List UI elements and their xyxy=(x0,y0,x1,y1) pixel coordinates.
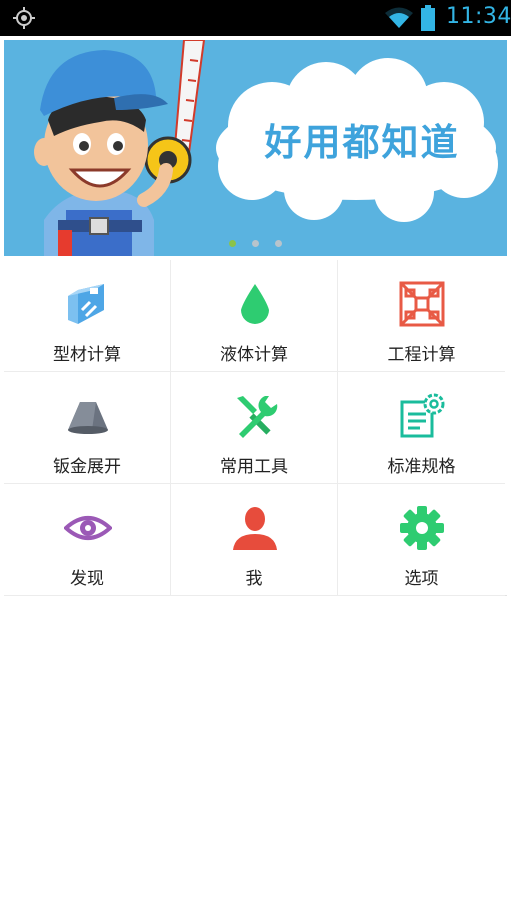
wifi-icon xyxy=(385,7,413,28)
menu-item-options[interactable]: 选项 xyxy=(338,484,505,596)
standard-document-gear-icon xyxy=(400,393,445,438)
battery-icon xyxy=(421,5,435,31)
menu-item-label: 发现 xyxy=(70,569,104,589)
menu-item-discover[interactable]: 发现 xyxy=(4,484,171,596)
page-dot[interactable] xyxy=(252,240,259,247)
menu-item-label: 我 xyxy=(245,569,263,589)
liquid-drop-icon xyxy=(241,284,269,324)
settings-gear-icon xyxy=(400,506,444,550)
banner-slogan: 好用都知道 xyxy=(264,121,460,164)
status-clock: 11:34 xyxy=(446,4,511,29)
menu-item-liquid-calc[interactable]: 液体计算 xyxy=(171,260,338,372)
eye-icon xyxy=(64,516,112,540)
page-dot-active[interactable] xyxy=(229,240,236,247)
engineering-frame-icon xyxy=(399,281,445,327)
menu-item-label: 标准规格 xyxy=(387,457,456,477)
feature-grid: 型材计算 液体计算 工程计算 钣金展开 常用工具 标准规格 发现 我 选项 xyxy=(4,260,507,596)
page-dot[interactable] xyxy=(275,240,282,247)
menu-item-common-tools[interactable]: 常用工具 xyxy=(171,372,338,484)
profile-beam-icon xyxy=(68,284,104,324)
menu-item-profile-calc[interactable]: 型材计算 xyxy=(4,260,171,372)
gps-icon xyxy=(13,7,35,29)
menu-item-engineering-calc[interactable]: 工程计算 xyxy=(338,260,505,372)
menu-item-me[interactable]: 我 xyxy=(171,484,338,596)
status-bar: 11:34 xyxy=(0,0,511,36)
sheet-metal-cone-icon xyxy=(68,402,108,434)
banner-page-indicator xyxy=(4,240,507,247)
menu-item-label: 常用工具 xyxy=(220,457,288,477)
menu-item-label: 型材计算 xyxy=(53,345,121,365)
user-icon xyxy=(233,507,277,550)
menu-item-standard-spec[interactable]: 标准规格 xyxy=(338,372,505,484)
promo-banner[interactable]: 好用都知道 xyxy=(4,40,507,256)
tools-wrench-screwdriver-icon xyxy=(237,396,278,438)
menu-item-sheet-metal[interactable]: 钣金展开 xyxy=(4,372,171,484)
menu-item-label: 钣金展开 xyxy=(53,457,121,477)
menu-item-label: 液体计算 xyxy=(220,345,288,365)
menu-item-label: 选项 xyxy=(404,569,439,589)
menu-item-label: 工程计算 xyxy=(387,345,456,365)
